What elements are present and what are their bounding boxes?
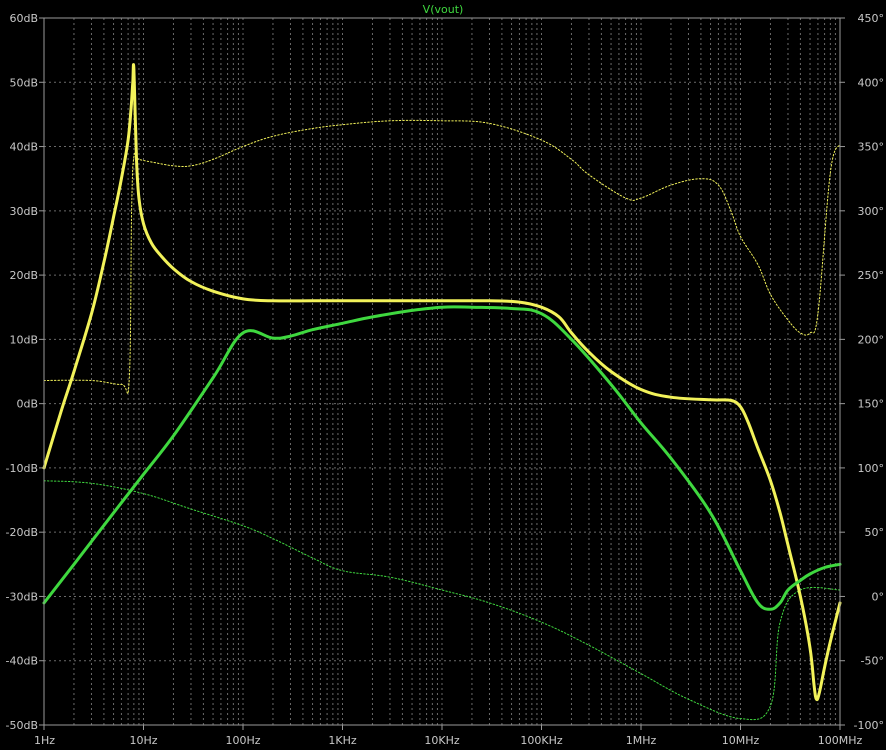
y-tick-label-left: -40dB (6, 655, 39, 668)
x-tick-label: 1MHz (626, 734, 657, 747)
y-tick-label-left: -10dB (6, 462, 39, 475)
y-tick-label-left: 10dB (9, 333, 38, 346)
x-tick-label: 10MHz (722, 734, 760, 747)
y-tick-label-right: 150° (858, 398, 885, 411)
x-tick-label: 100Hz (225, 734, 260, 747)
y-tick-label-right: -50° (861, 655, 884, 668)
y-tick-label-right: 100° (858, 462, 885, 475)
x-tick-label: 100MHz (818, 734, 863, 747)
bode-plot: 60dB 50dB 40dB 30dB 20dB 10dB 0dB -10dB -20dB -30… (0, 0, 886, 750)
y-tick-label-left: 50dB (9, 76, 38, 89)
y-tick-label-right: 250° (858, 269, 885, 282)
x-tick-label: 1KHz (328, 734, 356, 747)
y-tick-label-left: -30dB (6, 590, 39, 603)
x-tick-label: 1Hz (34, 734, 55, 747)
x-tick-label: 100KHz (520, 734, 562, 747)
y-tick-label-right: 350° (858, 141, 885, 154)
y-tick-label-right: 50° (865, 526, 885, 539)
y-tick-label-left: 40dB (9, 141, 38, 154)
x-tick-label: 10Hz (129, 734, 157, 747)
y-tick-label-right: 200° (858, 333, 885, 346)
y-tick-label-left: -50dB (6, 719, 39, 732)
y-tick-label-right: -100° (854, 719, 884, 732)
y-tick-label-right: 300° (858, 205, 885, 218)
chart-title: V(vout) (423, 3, 464, 16)
y-tick-label-left: 20dB (9, 269, 38, 282)
y-tick-label-right: 0° (872, 590, 885, 603)
y-tick-label-right: 400° (858, 76, 885, 89)
plot-background (0, 0, 886, 750)
x-tick-label: 10KHz (424, 734, 459, 747)
y-tick-label-left: 0dB (16, 398, 38, 411)
y-tick-label-left: 30dB (9, 205, 38, 218)
y-tick-label-left: -20dB (6, 526, 39, 539)
y-tick-label-left: 60dB (9, 12, 38, 25)
y-tick-label-right: 450° (858, 12, 885, 25)
